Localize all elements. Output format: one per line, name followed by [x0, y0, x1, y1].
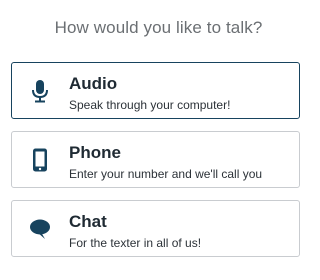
chat-option-description: For the texter in all of us! — [69, 236, 202, 250]
page-title: How would you like to talk? — [54, 18, 263, 37]
chat-option-label: Chat — [69, 212, 107, 231]
audio-option-description: Speak through your computer! — [69, 98, 231, 112]
audio-option-button[interactable]: Audio Speak through your computer! — [11, 62, 300, 119]
chat-bubble-icon — [29, 217, 51, 241]
phone-option-button[interactable]: Phone Enter your number and we'll call y… — [11, 131, 300, 188]
phone-option-description: Enter your number and we'll call you — [69, 167, 263, 181]
audio-option-label: Audio — [69, 74, 118, 93]
phone-option-label: Phone — [69, 143, 121, 162]
microphone-icon — [29, 79, 51, 103]
mobile-phone-icon — [29, 148, 51, 172]
chat-option-button[interactable]: Chat For the texter in all of us! — [11, 200, 300, 257]
